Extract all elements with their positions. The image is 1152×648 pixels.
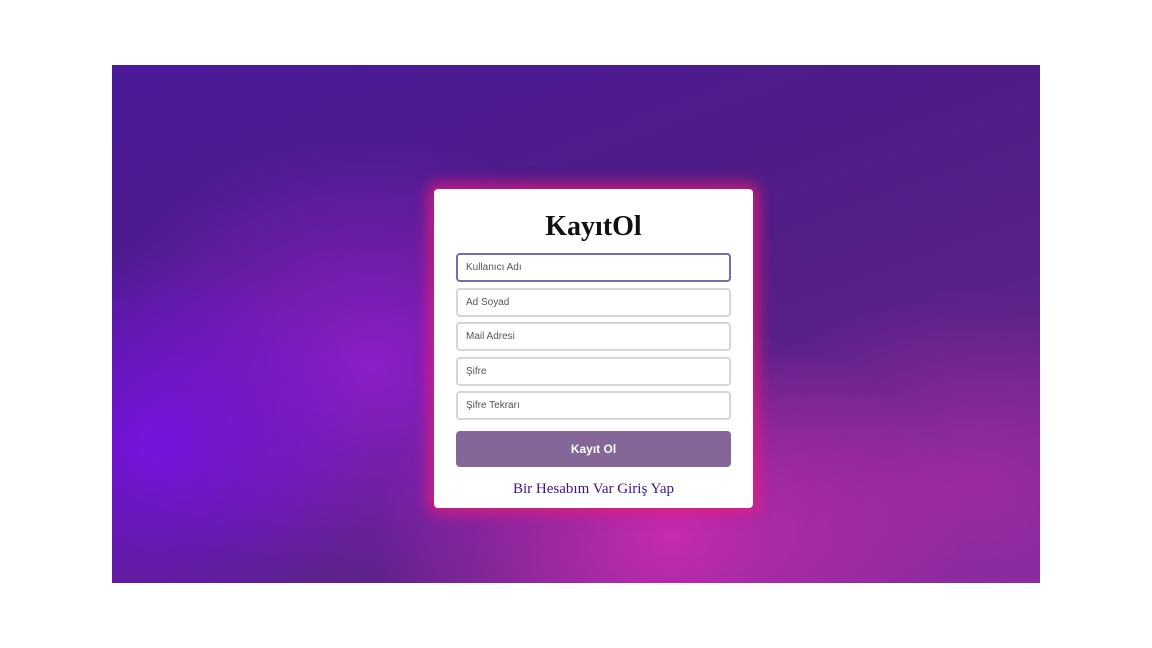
form-fields — [456, 253, 731, 420]
username-input[interactable] — [456, 253, 731, 282]
gradient-background: KayıtOl Kayıt Ol Bir Hesabım Var Giriş Y… — [112, 65, 1040, 583]
register-card: KayıtOl Kayıt Ol Bir Hesabım Var Giriş Y… — [434, 189, 753, 508]
password-confirm-input[interactable] — [456, 391, 731, 420]
full-name-input[interactable] — [456, 287, 731, 317]
login-link[interactable]: Bir Hesabım Var Giriş Yap — [456, 481, 731, 498]
email-input[interactable] — [456, 322, 731, 351]
password-input[interactable] — [456, 356, 731, 386]
register-button[interactable]: Kayıt Ol — [456, 431, 731, 467]
form-title: KayıtOl — [545, 211, 642, 242]
